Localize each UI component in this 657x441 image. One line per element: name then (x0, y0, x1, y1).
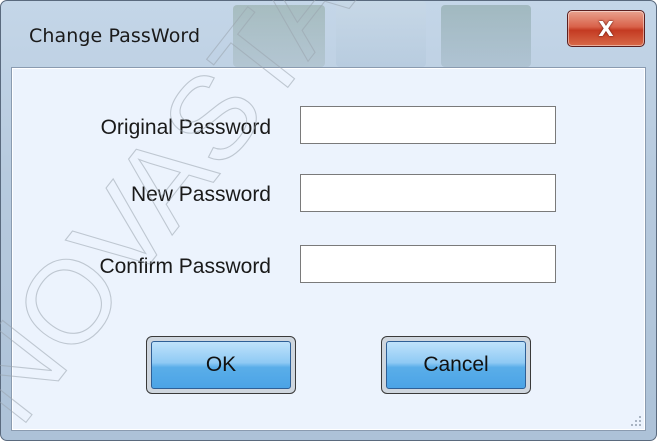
confirm-password-label: Confirm Password (99, 255, 271, 278)
cancel-button-face: Cancel (386, 341, 526, 389)
ok-button-label: OK (205, 353, 237, 376)
ok-button-face: OK (151, 341, 291, 389)
dialog-client-area: Original Password New Password Confirm P… (11, 67, 646, 431)
original-password-field[interactable] (300, 106, 556, 144)
original-password-label: Original Password (100, 116, 271, 139)
close-button[interactable]: X (567, 10, 645, 47)
close-icon: X (598, 16, 614, 41)
titlebar-background-decoration (233, 5, 325, 67)
new-password-label: New Password (130, 183, 271, 206)
titlebar-background-decoration (336, 1, 426, 67)
ok-button[interactable]: OK (146, 336, 296, 394)
new-password-field[interactable] (300, 174, 556, 212)
change-password-dialog: Change PassWord X Original Password New … (0, 0, 657, 441)
resize-grip-icon[interactable] (629, 414, 641, 426)
titlebar-background-decoration (441, 5, 531, 67)
window-title: Change PassWord (29, 25, 201, 47)
confirm-password-field[interactable] (300, 245, 556, 283)
cancel-button[interactable]: Cancel (381, 336, 531, 394)
cancel-button-label: Cancel (423, 353, 489, 376)
